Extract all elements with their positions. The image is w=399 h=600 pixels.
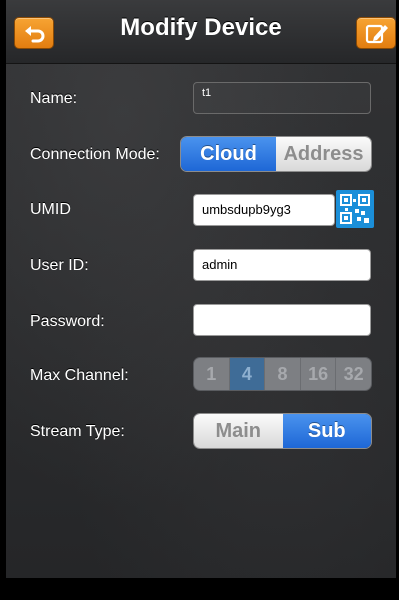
stream-type-main[interactable]: Main xyxy=(194,414,283,448)
stream-type-segment: Main Sub xyxy=(193,413,372,449)
umid-field[interactable]: umbsdupb9yg3 xyxy=(193,194,335,226)
max-channel-option-4[interactable]: 4 xyxy=(229,358,266,390)
max-channel-label: Max Channel: xyxy=(30,367,129,384)
max-channel-option-16[interactable]: 16 xyxy=(301,358,337,390)
password-label: Password: xyxy=(30,313,105,330)
connection-mode-label: Connection Mode: xyxy=(30,146,160,163)
user-id-field[interactable]: admin xyxy=(193,249,371,281)
stream-type-sub[interactable]: Sub xyxy=(282,414,371,448)
device-screen: Modify Device Name: t1 Connection Mode: … xyxy=(6,0,396,578)
user-id-label: User ID: xyxy=(30,257,89,274)
qr-code-icon[interactable] xyxy=(336,190,374,228)
connection-mode-cloud[interactable]: Cloud xyxy=(181,137,276,171)
password-field[interactable] xyxy=(193,304,371,336)
max-channel-option-32[interactable]: 32 xyxy=(336,358,371,390)
stream-type-label: Stream Type: xyxy=(30,423,125,440)
page-title: Modify Device xyxy=(120,14,282,41)
max-channel-option-1[interactable]: 1 xyxy=(194,358,230,390)
name-label: Name: xyxy=(30,90,78,107)
connection-mode-address[interactable]: Address xyxy=(276,137,371,171)
connection-mode-segment: Cloud Address xyxy=(180,136,372,172)
max-channel-segment: 1 4 8 16 32 xyxy=(193,357,372,391)
name-field: t1 xyxy=(193,82,371,114)
umid-label: UMID xyxy=(30,201,71,218)
max-channel-option-8[interactable]: 8 xyxy=(265,358,301,390)
edit-icon xyxy=(365,24,388,44)
edit-button[interactable] xyxy=(356,17,396,49)
navigation-bar: Modify Device xyxy=(6,0,396,64)
